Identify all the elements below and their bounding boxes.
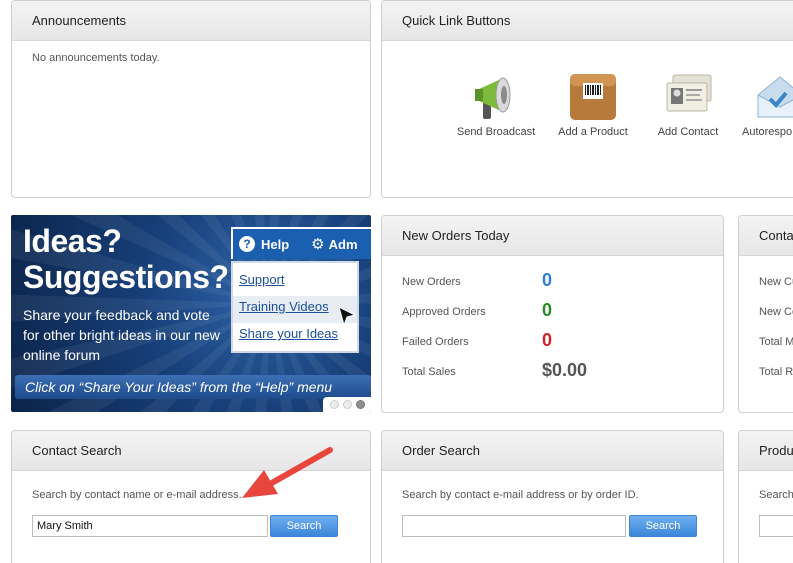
product-search-input[interactable] [759,515,793,537]
contact-search-input[interactable] [32,515,268,537]
stat-label: Approved Orders [402,306,486,318]
carousel-dot-3[interactable] [355,400,365,409]
new-orders-today-title: New Orders Today [382,216,723,256]
contact-stats-panel: Conta New Cu New Co Total M Total Re [738,215,793,413]
send-broadcast-label: Send Broadcast [456,126,536,138]
order-search-panel: Order Search Search by contact e-mail ad… [381,430,724,563]
announcements-panel: Announcements No announcements today. [11,0,371,198]
contact-card-icon [663,73,713,121]
contact-search-hint: Search by contact name or e-mail address… [32,489,242,501]
promo-title-line1: Ideas? [23,223,122,259]
add-contact-button[interactable]: Add Contact [638,73,738,138]
stat-label: Failed Orders [402,336,469,348]
stat-label: Total Sales [402,366,456,378]
carousel-dot-1[interactable] [329,400,339,409]
add-product-button[interactable]: Add a Product [543,73,643,138]
promo-help-label: Help [261,236,290,252]
contact-stat-label: Total Re [759,366,793,378]
contact-stat-label: New Cu [759,276,793,288]
order-search-button[interactable]: Search [629,515,697,537]
order-search-title: Order Search [382,431,723,471]
autoresponder-button[interactable]: Autorespo [728,73,793,138]
add-product-label: Add a Product [558,126,628,138]
product-search-title: Produ [739,431,793,471]
carousel-dots [323,397,371,412]
stat-value-new-orders[interactable]: 0 [542,270,552,291]
autoresponder-envelope-icon [754,73,793,121]
stat-row-total-sales: Total Sales $0.00 [402,360,702,380]
stat-row-new-orders: New Orders 0 [402,270,702,290]
stat-row-approved-orders: Approved Orders 0 [402,300,702,320]
megaphone-icon [471,73,521,121]
gear-icon: ⚙ [311,236,325,253]
order-search-input[interactable] [402,515,626,537]
promo-body: Share your feedback and vote for other b… [23,307,220,363]
announcements-message: No announcements today. [32,52,160,64]
quick-links-panel: Quick Link Buttons Send Broadcast Add a … [381,0,793,198]
autoresponder-label: Autorespo [742,126,793,138]
promo-title: Ideas? Suggestions? [23,223,229,295]
carousel-dot-2[interactable] [342,400,352,409]
product-search-hint: Search [759,489,793,501]
annotation-arrow [230,440,340,510]
promo-admin-label: Adm [328,236,358,252]
promo-menu-bar: ? Help ⚙ Adm [231,227,371,259]
contact-stat-label: Total M [759,336,793,348]
announcements-title: Announcements [12,1,370,41]
contact-stats-title: Conta [739,216,793,256]
promo-menu-support: Support [239,272,285,287]
stat-label: New Orders [402,276,461,288]
product-box-icon [568,73,618,121]
stat-row-failed-orders: Failed Orders 0 [402,330,702,350]
add-contact-label: Add Contact [657,126,719,138]
send-broadcast-button[interactable]: Send Broadcast [446,73,546,138]
contact-stat-label: New Co [759,306,793,318]
promo-title-line2: Suggestions? [23,259,229,295]
product-search-panel: Produ Search [738,430,793,563]
contact-search-button[interactable]: Search [270,515,338,537]
stat-value-total-sales: $0.00 [542,360,588,380]
ideas-promo-banner[interactable]: Ideas? Suggestions? Share your feedback … [11,215,371,412]
mouse-pointer-icon [337,305,357,332]
promo-menu-share-ideas: Share your Ideas [239,326,339,341]
quick-links-title: Quick Link Buttons [382,1,793,41]
order-search-hint: Search by contact e-mail address or by o… [402,489,639,501]
stat-value-failed-orders[interactable]: 0 [542,330,552,351]
help-icon: ? [239,236,255,252]
stat-value-approved-orders[interactable]: 0 [542,300,552,321]
promo-footer-bar: Click on “Share Your Ideas” from the “He… [15,375,371,399]
new-orders-today-panel: New Orders Today New Orders 0 Approved O… [381,215,724,413]
